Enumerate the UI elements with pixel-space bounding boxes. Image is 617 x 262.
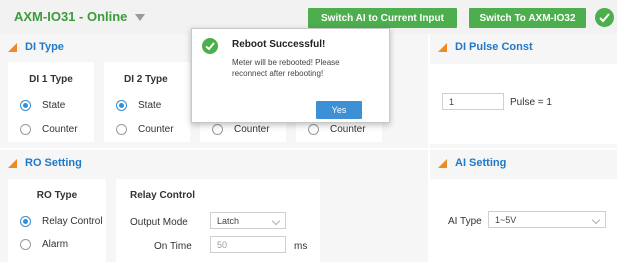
dialog-title: Reboot Successful! [232,39,326,50]
ai-setting-title: AI Setting [438,157,506,169]
ro-setting-panel: RO Setting RO Type Relay Control Alarm R… [0,150,428,262]
output-mode-label: Output Mode [130,217,188,228]
ai-setting-panel: AI Setting AI Type 1~5V [430,150,617,262]
di-pulse-panel: DI Pulse Const 1 Pulse = 1 [430,34,617,148]
di2-card: DI 2 Type State Counter [104,62,190,142]
radio-icon[interactable] [20,124,31,135]
di1-state-option[interactable]: State [20,100,65,111]
relay-control-title: Relay Control [130,190,196,201]
di-pulse-title-text: DI Pulse Const [455,41,533,53]
dialog-message: Meter will be rebooted! Please reconnect… [232,58,340,78]
di-pulse-title: DI Pulse Const [438,41,533,53]
radio-selected-icon[interactable] [116,100,127,111]
di3-counter-option[interactable]: Counter [212,124,270,135]
radio-label: Counter [234,124,270,135]
yes-button[interactable]: Yes [316,101,362,119]
on-time-label: On Time [154,241,192,252]
on-time-unit: ms [294,241,308,252]
radio-label: State [138,100,162,111]
radio-icon[interactable] [308,124,319,135]
radio-selected-icon[interactable] [20,100,31,111]
on-time-input[interactable]: 50 [210,236,286,253]
radio-label: Counter [42,124,78,135]
relay-control-card: Relay Control Output Mode Latch On Time … [116,179,320,262]
radio-selected-icon[interactable] [20,216,31,227]
ai-type-select[interactable]: 1~5V [488,211,606,228]
radio-icon[interactable] [212,124,223,135]
output-mode-value: Latch [217,215,240,226]
section-marker-icon [8,158,17,168]
radio-label: Relay Control [42,216,103,227]
radio-icon[interactable] [20,239,31,250]
di2-state-option[interactable]: State [116,100,161,111]
section-marker-icon [438,42,447,52]
ai-type-value: 1~5V [495,214,517,225]
di2-counter-option[interactable]: Counter [116,124,174,135]
pulse-readout: Pulse = 1 [510,97,552,108]
chevron-down-icon [271,216,281,226]
di-type-title: DI Type [8,41,64,53]
ro-type-card: RO Type Relay Control Alarm [8,179,106,262]
section-marker-icon [8,42,17,52]
ro-type-title: RO Type [36,190,78,201]
ro-alarm-option[interactable]: Alarm [20,239,68,250]
ro-relay-option[interactable]: Relay Control [20,216,103,227]
reboot-dialog: Reboot Successful! Meter will be reboote… [191,28,390,123]
switch-device-button[interactable]: Switch To AXM-IO32 [469,8,586,28]
radio-icon[interactable] [116,124,127,135]
ro-setting-title: RO Setting [8,157,82,169]
radio-label: State [42,100,66,111]
di-type-title-text: DI Type [25,41,64,53]
section-marker-icon [438,158,447,168]
radio-label: Counter [138,124,174,135]
radio-label: Alarm [42,239,69,250]
di2-card-title: DI 2 Type [124,74,168,85]
chevron-down-icon[interactable] [135,14,146,22]
di1-card-title: DI 1 Type [29,74,73,85]
di4-counter-option[interactable]: Counter [308,124,366,135]
pulse-card: 1 Pulse = 1 [430,64,617,144]
ro-setting-title-text: RO Setting [25,157,82,169]
ai-setting-title-text: AI Setting [455,157,507,169]
switch-ai-button[interactable]: Switch AI to Current Input [308,8,457,28]
radio-label: Counter [330,124,366,135]
status-ok-icon [595,8,614,27]
success-check-icon [202,38,218,54]
device-selector[interactable]: AXM-IO31 - Online [14,9,146,24]
ai-type-label: AI Type [448,216,482,227]
di1-card: DI 1 Type State Counter [8,62,94,142]
output-mode-select[interactable]: Latch [210,212,286,229]
di1-counter-option[interactable]: Counter [20,124,78,135]
ai-type-card: AI Type 1~5V [430,179,617,262]
pulse-const-input[interactable]: 1 [442,93,504,110]
device-title: AXM-IO31 - Online [14,9,128,24]
chevron-down-icon [591,215,601,225]
